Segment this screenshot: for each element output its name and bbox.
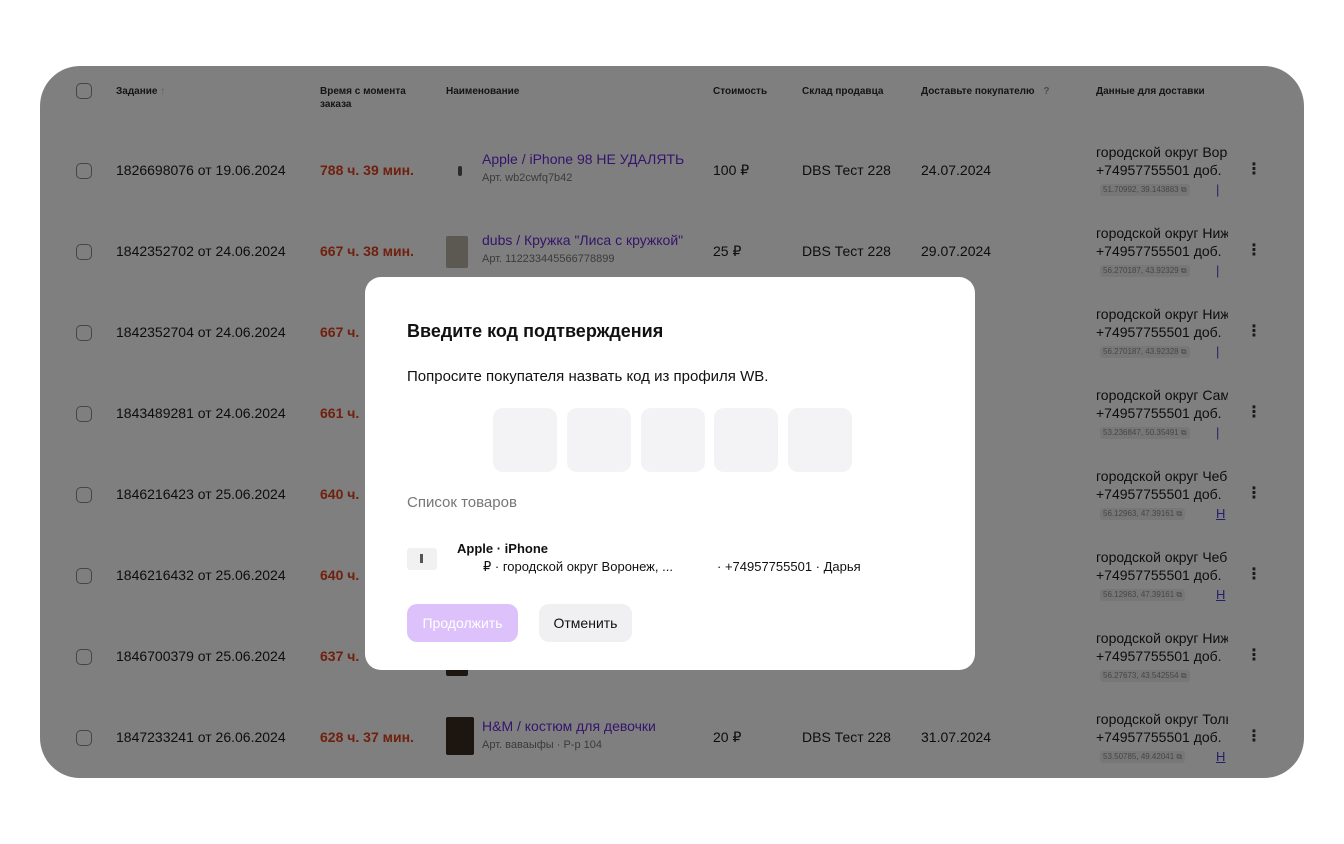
product-item-name: Apple · iPhone (457, 541, 548, 556)
product-item-contact: · +74957755501 · Дарья (717, 559, 861, 574)
code-digit-input[interactable] (714, 408, 778, 472)
products-list-title: Список товаров (407, 494, 517, 511)
product-thumbnail (407, 548, 437, 570)
code-digit-input[interactable] (493, 408, 557, 472)
continue-button[interactable]: Продолжить (407, 604, 518, 642)
modal-title: Введите код подтверждения (407, 321, 664, 341)
modal-subtitle: Попросите покупателя назвать код из проф… (407, 368, 769, 385)
code-digit-input[interactable] (788, 408, 852, 472)
confirmation-code-modal: Введите код подтверждения Попросите поку… (365, 277, 975, 670)
cancel-button[interactable]: Отменить (539, 604, 632, 642)
code-digit-input[interactable] (567, 408, 631, 472)
product-item-info: ₽ · городской округ Воронеж, ... (483, 559, 673, 574)
code-digit-input[interactable] (641, 408, 705, 472)
